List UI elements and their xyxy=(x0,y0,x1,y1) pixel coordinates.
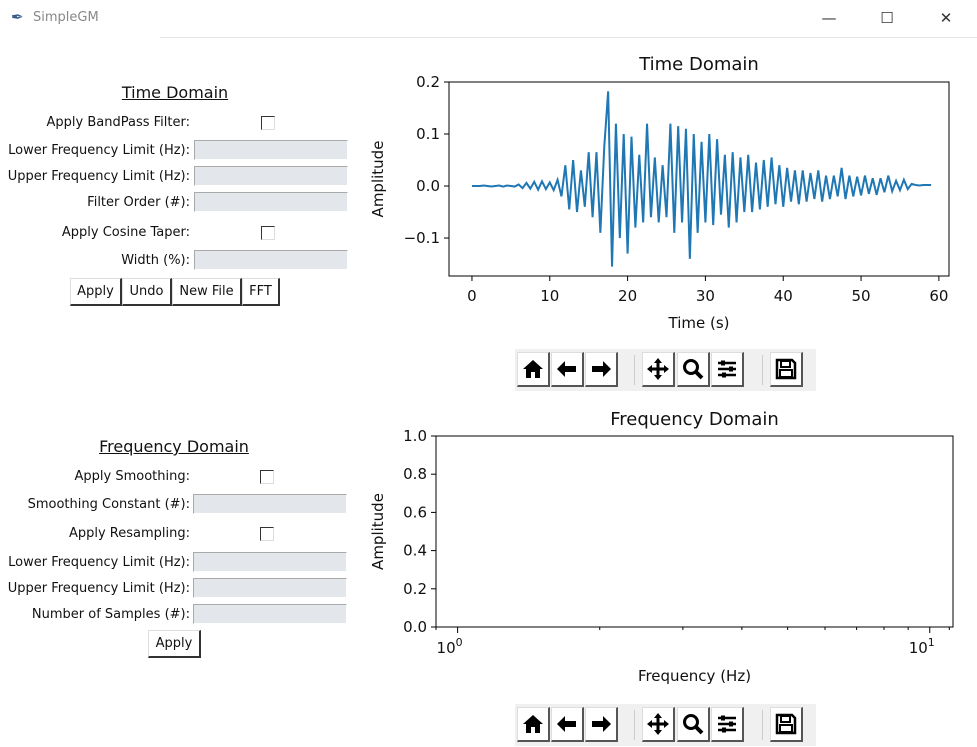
y-tick-label: −0.1 xyxy=(404,229,440,247)
y-tick-label: 0.0 xyxy=(403,618,427,636)
toolbar-separator xyxy=(762,710,763,740)
save-button[interactable] xyxy=(770,352,803,387)
save-icon xyxy=(775,358,797,380)
x-axis-label: Frequency (Hz) xyxy=(638,667,751,685)
charts-canvas: Time Domain 0 10 20 30 40 50 60 0.2 0.1 0.0 −0.1 Tim… xyxy=(369,54,954,685)
y-tick-label: 0.1 xyxy=(416,125,440,143)
home-icon xyxy=(523,715,543,733)
y-tick-label: 0.2 xyxy=(416,73,440,91)
x-tick-label: 50 xyxy=(852,287,871,305)
chart-title: Frequency Domain xyxy=(610,409,779,430)
toolbar-separator xyxy=(762,355,763,385)
zoom-button[interactable] xyxy=(677,707,710,742)
freq-plot-toolbar xyxy=(515,704,816,746)
forward-button[interactable] xyxy=(585,352,618,387)
forward-button[interactable] xyxy=(585,707,618,742)
time-domain-chart: Time Domain 0 10 20 30 40 50 60 0.2 0.1 0.0 −0.1 Tim… xyxy=(369,54,950,332)
y-tick-label: 0.6 xyxy=(403,503,427,521)
back-arrow-icon xyxy=(557,716,576,732)
home-icon xyxy=(523,360,543,378)
zoom-icon xyxy=(683,714,704,735)
configure-subplots-icon xyxy=(718,715,736,733)
y-tick-label: 0.0 xyxy=(416,177,440,195)
y-axis-label: Amplitude xyxy=(369,141,387,218)
pan-button[interactable] xyxy=(642,707,675,742)
x-tick-label: 40 xyxy=(774,287,793,305)
home-button[interactable] xyxy=(517,352,550,387)
back-arrow-icon xyxy=(557,361,576,377)
pan-icon xyxy=(647,713,669,735)
home-button[interactable] xyxy=(517,707,550,742)
x-tick-label: 101 xyxy=(909,636,935,657)
y-tick-label: 0.2 xyxy=(403,580,427,598)
configure-subplots-button[interactable] xyxy=(711,707,744,742)
y-tick-label: 0.4 xyxy=(403,542,427,560)
configure-subplots-icon xyxy=(718,360,736,378)
frequency-domain-chart: Frequency Domain 100 101 1.0 0.8 0.6 0.4 0.2 0.0… xyxy=(369,409,954,685)
toolbar-separator xyxy=(634,710,635,740)
configure-subplots-button[interactable] xyxy=(711,352,744,387)
zoom-icon xyxy=(683,359,704,380)
x-tick-label: 20 xyxy=(618,287,637,305)
x-tick-label: 60 xyxy=(929,287,948,305)
save-button[interactable] xyxy=(770,707,803,742)
pan-button[interactable] xyxy=(642,352,675,387)
back-button[interactable] xyxy=(551,352,584,387)
x-tick-label: 30 xyxy=(696,287,715,305)
x-tick-label: 0 xyxy=(467,287,477,305)
y-axis-label: Amplitude xyxy=(369,493,387,570)
time-plot-toolbar xyxy=(515,349,816,391)
pan-icon xyxy=(647,358,669,380)
series-line xyxy=(471,91,932,267)
chart-title: Time Domain xyxy=(638,54,759,75)
toolbar-separator xyxy=(634,355,635,385)
y-tick-label: 0.8 xyxy=(403,465,427,483)
forward-arrow-icon xyxy=(592,716,611,732)
back-button[interactable] xyxy=(551,707,584,742)
zoom-button[interactable] xyxy=(677,352,710,387)
save-icon xyxy=(775,713,797,735)
x-tick-label: 100 xyxy=(437,636,463,657)
y-tick-label: 1.0 xyxy=(403,427,427,445)
plot-frame xyxy=(435,435,954,628)
x-tick-label: 10 xyxy=(540,287,559,305)
x-axis-label: Time (s) xyxy=(668,314,730,332)
forward-arrow-icon xyxy=(592,361,611,377)
